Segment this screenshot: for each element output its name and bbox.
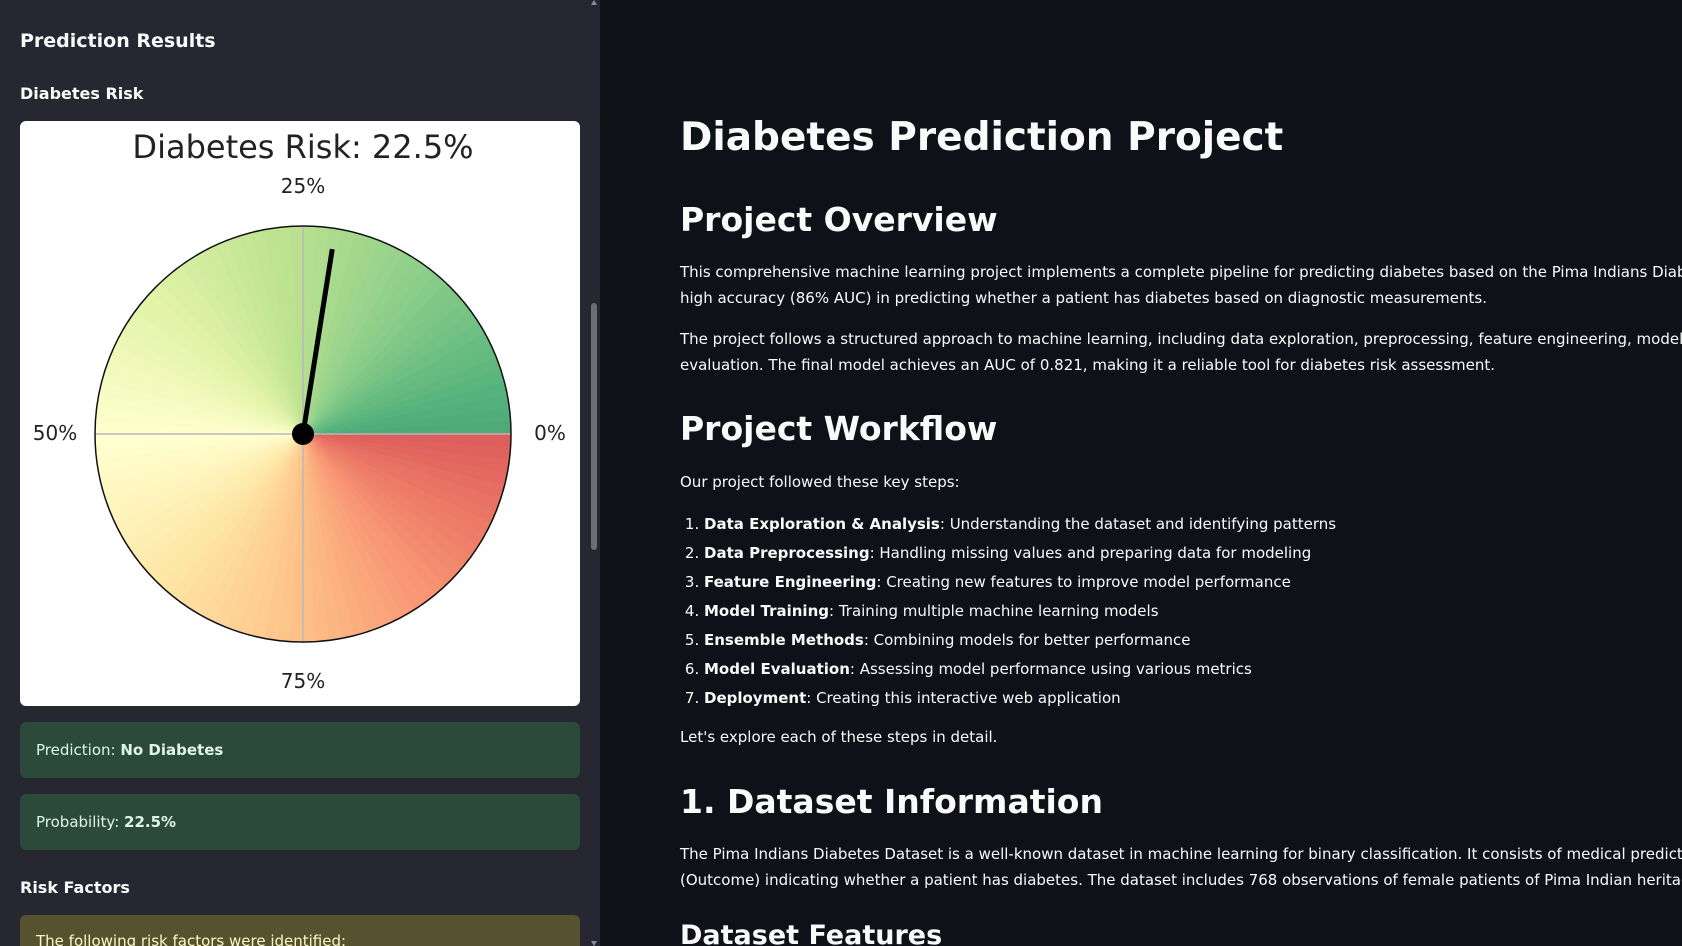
dataset-features-heading: Dataset Features <box>680 920 943 946</box>
overview-paragraph-1-line-2: high accuracy (86% AUC) in predicting wh… <box>680 289 1487 307</box>
workflow-intro: Our project followed these key steps: <box>680 473 960 491</box>
dataset-paragraph-line-1: The Pima Indians Diabetes Dataset is a w… <box>680 845 1682 863</box>
list-item: Ensemble Methods: Combining models for b… <box>704 626 1336 655</box>
list-item: Model Training: Training multiple machin… <box>704 597 1336 626</box>
gauge-needle-hub <box>292 423 314 445</box>
sidebar: Prediction Results Diabetes Risk Diabete… <box>0 0 600 946</box>
step-description: : Creating this interactive web applicat… <box>806 689 1121 707</box>
step-description: : Handling missing values and preparing … <box>869 544 1312 562</box>
prediction-label: Prediction: <box>36 741 121 759</box>
gauge-label-left: 50% <box>33 421 77 445</box>
step-description: : Training multiple machine learning mod… <box>829 602 1159 620</box>
step-title: Deployment <box>704 689 807 707</box>
risk-factors-heading: Risk Factors <box>20 878 130 897</box>
prediction-value: No Diabetes <box>120 741 224 759</box>
gauge-title: Diabetes Risk: 22.5% <box>132 128 473 166</box>
sidebar-scrollbar[interactable] <box>588 0 600 946</box>
explore-text: Let's explore each of these steps in det… <box>680 728 998 746</box>
probability-alert: Probability: 22.5% <box>20 794 580 850</box>
overview-paragraph-1-line-1: This comprehensive machine learning proj… <box>680 263 1682 281</box>
risk-factors-alert: The following risk factors were identifi… <box>20 915 580 946</box>
step-title: Data Exploration & Analysis <box>704 515 940 533</box>
list-item: Deployment: Creating this interactive we… <box>704 684 1336 713</box>
step-title: Data Preprocessing <box>704 544 870 562</box>
probability-value: 22.5% <box>124 813 177 831</box>
prediction-alert: Prediction: No Diabetes <box>20 722 580 778</box>
list-item: Model Evaluation: Assessing model perfor… <box>704 655 1336 684</box>
list-item: Data Exploration & Analysis: Understandi… <box>704 510 1336 539</box>
step-description: : Creating new features to improve model… <box>876 573 1291 591</box>
workflow-heading: Project Workflow <box>680 409 998 448</box>
diabetes-risk-heading: Diabetes Risk <box>20 84 144 103</box>
page-title: Diabetes Prediction Project <box>680 115 1284 160</box>
overview-paragraph-2-line-1: The project follows a structured approac… <box>680 330 1682 348</box>
overview-paragraph-2-line-2: evaluation. The final model achieves an … <box>680 356 1496 374</box>
scroll-up-arrow-icon[interactable] <box>591 0 597 5</box>
gauge-label-right: 0% <box>534 421 566 445</box>
overview-heading: Project Overview <box>680 200 998 239</box>
dataset-heading: 1. Dataset Information <box>680 782 1103 821</box>
prediction-results-heading: Prediction Results <box>20 30 216 52</box>
gauge-label-top: 25% <box>281 174 325 198</box>
risk-gauge-card: Diabetes Risk: 22.5% 25% 0% 50% 75% <box>20 121 580 706</box>
main-content: Diabetes Prediction Project Project Over… <box>600 0 1682 946</box>
risk-gauge-chart: Diabetes Risk: 22.5% 25% 0% 50% 75% <box>33 128 566 693</box>
dataset-paragraph-line-2: (Outcome) indicating whether a patient h… <box>680 871 1682 889</box>
gauge-label-bottom: 75% <box>281 669 325 693</box>
step-title: Ensemble Methods <box>704 631 864 649</box>
list-item: Data Preprocessing: Handling missing val… <box>704 539 1336 568</box>
step-title: Model Evaluation <box>704 660 850 678</box>
scrollbar-thumb[interactable] <box>591 303 597 550</box>
step-title: Feature Engineering <box>704 573 877 591</box>
scroll-down-arrow-icon[interactable] <box>591 941 597 946</box>
list-item: Feature Engineering: Creating new featur… <box>704 568 1336 597</box>
probability-label: Probability: <box>36 813 125 831</box>
step-title: Model Training <box>704 602 829 620</box>
step-description: : Assessing model performance using vari… <box>849 660 1252 678</box>
step-description: : Combining models for better performanc… <box>863 631 1191 649</box>
risk-factors-intro: The following risk factors were identifi… <box>36 932 347 946</box>
workflow-steps-list: Data Exploration & Analysis: Understandi… <box>680 510 1336 713</box>
step-description: : Understanding the dataset and identify… <box>939 515 1337 533</box>
